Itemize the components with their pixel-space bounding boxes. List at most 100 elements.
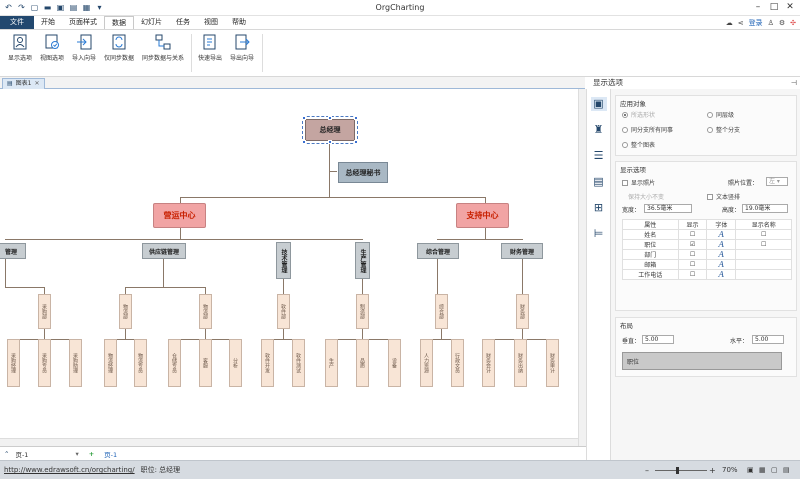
chart-canvas[interactable]: 总经理 总经理秘书 营运中心 支持中心 管理 供应链管理 技术管理 生产管理 综… <box>0 89 578 446</box>
view-options-button[interactable]: 视图选项 <box>38 34 66 62</box>
org-node-leaf[interactable]: 品质 <box>356 339 369 387</box>
display-checkbox[interactable]: ☐ <box>677 269 708 280</box>
horizontal-spacing-input[interactable]: 5.00 <box>752 335 784 344</box>
fit-width-icon[interactable]: ▦ <box>759 466 766 474</box>
maximize-button[interactable]: □ <box>768 2 780 12</box>
org-node-leaf[interactable]: 设备 <box>388 339 401 387</box>
radio-same-level[interactable]: 同层级 <box>707 110 734 119</box>
sync-data-relations-button[interactable]: 同步数据与关系 <box>140 34 186 62</box>
font-icon[interactable]: A <box>706 229 737 240</box>
fields-icon[interactable]: ☰ <box>591 149 607 163</box>
layout-icon[interactable]: ⊨ <box>591 227 607 241</box>
menu-tasks[interactable]: 任务 <box>169 16 197 29</box>
fit-page-icon[interactable]: ▣ <box>747 466 754 474</box>
org-node-sub-dept[interactable]: 采购部 <box>38 294 51 329</box>
display-name-checkbox[interactable] <box>735 249 792 260</box>
org-node-dept[interactable]: 财务管理 <box>501 243 543 259</box>
org-node-sub-dept[interactable]: 物流部 <box>119 294 132 329</box>
width-input[interactable]: 36.5毫米 <box>644 204 692 213</box>
photo-position-select[interactable]: 左 ▾ <box>766 177 788 186</box>
selection-handle[interactable] <box>302 140 306 144</box>
menu-home[interactable]: 开始 <box>34 16 62 29</box>
menu-slides[interactable]: 幻灯片 <box>134 16 169 29</box>
menu-data[interactable]: 数据 <box>104 16 134 29</box>
org-node-leaf[interactable]: 客服 <box>199 339 212 387</box>
display-checkbox[interactable]: ☐ <box>677 249 708 260</box>
selection-handle[interactable] <box>354 116 358 120</box>
card-icon[interactable]: ▤ <box>591 175 607 189</box>
vertical-text-checkbox[interactable]: 文本竖排 <box>707 192 740 201</box>
org-node-leaf[interactable]: 采购经理 <box>7 339 20 387</box>
org-node-sub-dept[interactable]: 物流部 <box>199 294 212 329</box>
display-name-checkbox[interactable] <box>735 269 792 280</box>
menu-page-style[interactable]: 页面样式 <box>62 16 104 29</box>
display-checkbox[interactable]: ☑ <box>677 239 708 250</box>
brush-icon[interactable]: ♜ <box>591 123 607 137</box>
org-node-leaf[interactable]: 财务出纳 <box>514 339 527 387</box>
font-icon[interactable]: A <box>706 269 737 280</box>
zoom-out-button[interactable]: – <box>645 466 649 475</box>
display-options-tab-icon[interactable]: ▣ <box>590 97 607 111</box>
org-node-sub-dept[interactable]: 软件部 <box>277 294 290 329</box>
org-node-leaf[interactable]: 采购专员 <box>38 339 51 387</box>
zoom-slider[interactable] <box>655 470 707 471</box>
org-node-ceo[interactable]: 总经理 <box>302 116 358 144</box>
org-node-dept[interactable]: 综合管理 <box>417 243 459 259</box>
display-name-checkbox[interactable]: ☐ <box>735 229 792 240</box>
org-node-leaf[interactable]: 财务会计 <box>482 339 495 387</box>
org-node-dept[interactable]: 供应链管理 <box>142 243 186 259</box>
share-icon[interactable]: ⋖ <box>738 19 744 27</box>
display-name-checkbox[interactable] <box>735 259 792 270</box>
org-node-leaf[interactable]: 行政文员 <box>451 339 464 387</box>
selection-handle[interactable] <box>354 140 358 144</box>
page-selector[interactable]: 页-1 <box>15 449 75 459</box>
close-tab-icon[interactable]: ✕ <box>35 79 40 89</box>
org-node-dept[interactable]: 管理 <box>0 243 26 259</box>
org-node-dept[interactable]: 生产管理 <box>355 242 370 279</box>
sync-data-button[interactable]: 仅同步数据 <box>102 34 136 62</box>
radio-same-branch-colleagues[interactable]: 同分支所有同事 <box>622 125 673 134</box>
org-node-leaf[interactable]: 生产 <box>325 339 338 387</box>
org-node-leaf[interactable]: 人力资源 <box>420 339 433 387</box>
org-node-leaf[interactable]: 软件测试 <box>292 339 305 387</box>
status-url[interactable]: http://www.edrawsoft.cn/orgcharting/ <box>4 466 135 474</box>
tree-icon[interactable]: ⊞ <box>591 201 607 215</box>
cloud-icon[interactable]: ☁ <box>726 19 733 27</box>
collapse-pages-icon[interactable]: ⌃ <box>4 450 9 458</box>
org-node-leaf[interactable]: 物流专员 <box>134 339 147 387</box>
login-link[interactable]: 登录 <box>749 18 763 28</box>
org-node-operations-center[interactable]: 营运中心 <box>153 203 206 228</box>
quick-export-button[interactable]: 快速导出 <box>196 34 224 62</box>
display-options-button[interactable]: 显示选项 <box>6 34 34 62</box>
org-node-sub-dept[interactable]: 综合部 <box>435 294 448 329</box>
font-icon[interactable]: A <box>706 249 737 260</box>
org-node-sub-dept[interactable]: 财务部 <box>516 294 529 329</box>
vertical-scrollbar[interactable] <box>578 89 586 446</box>
org-node-sub-dept[interactable]: 制造部 <box>356 294 369 329</box>
org-node-secretary[interactable]: 总经理秘书 <box>338 162 388 183</box>
radio-whole-branch[interactable]: 整个分支 <box>707 125 740 134</box>
add-page-icon[interactable]: + <box>89 450 94 458</box>
org-node-support-center[interactable]: 支持中心 <box>456 203 509 228</box>
display-checkbox[interactable]: ☐ <box>677 259 708 270</box>
selection-handle[interactable] <box>328 140 332 144</box>
page-tab[interactable]: 页-1 <box>104 449 117 459</box>
apps-icon[interactable]: ✣ <box>790 19 796 27</box>
presentation-icon[interactable]: ▤ <box>783 466 790 474</box>
show-photo-checkbox[interactable]: 显示照片 <box>622 178 655 187</box>
org-node-leaf[interactable]: 物流经理 <box>104 339 117 387</box>
zoom-in-button[interactable]: + <box>709 466 716 475</box>
export-wizard-button[interactable]: 导出向导 <box>228 34 256 62</box>
zoom-thumb[interactable] <box>676 467 679 474</box>
display-checkbox[interactable]: ☐ <box>677 229 708 240</box>
import-wizard-button[interactable]: 导入向导 <box>70 34 98 62</box>
org-node-leaf[interactable]: 财务审计 <box>546 339 559 387</box>
display-name-checkbox[interactable]: ☐ <box>735 239 792 250</box>
menu-view[interactable]: 视图 <box>197 16 225 29</box>
minimize-button[interactable]: – <box>752 2 764 12</box>
keep-size-checkbox[interactable]: 保持大小不变 <box>628 192 664 201</box>
font-icon[interactable]: A <box>706 239 737 250</box>
document-tab[interactable]: ▤ 图表1 ✕ <box>2 78 45 89</box>
height-input[interactable]: 19.0毫米 <box>742 204 788 213</box>
gear-icon[interactable]: ⚙ <box>779 19 785 27</box>
